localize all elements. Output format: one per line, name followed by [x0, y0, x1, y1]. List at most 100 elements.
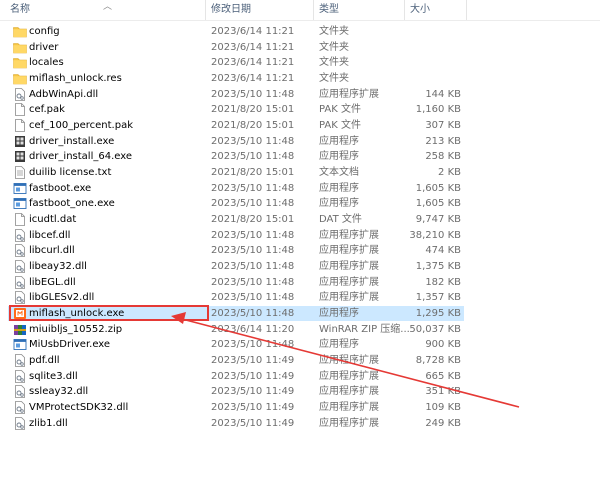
file-type: 文本文档 — [319, 167, 359, 179]
file-row[interactable]: config 2023/6/14 11:21 文件夹 — [8, 24, 464, 39]
file-row[interactable]: MiUsbDriver.exe 2023/5/10 11:48 应用程序 900 KB — [8, 337, 464, 352]
file-modified-date: 2023/6/14 11:20 — [211, 323, 295, 335]
file-row[interactable]: libcef.dll 2023/5/10 11:48 应用程序扩展 38,210 KB — [8, 228, 464, 243]
file-row[interactable]: pdf.dll 2023/5/10 11:49 应用程序扩展 8,728 KB — [8, 353, 464, 368]
file-type: 应用程序 — [319, 198, 359, 210]
dll-icon — [13, 291, 27, 305]
file-type: DAT 文件 — [319, 214, 362, 226]
file-name: driver_install_64.exe — [29, 151, 132, 163]
file-name: libcurl.dll — [29, 245, 75, 257]
file-row[interactable]: libcurl.dll 2023/5/10 11:48 应用程序扩展 474 KB — [8, 243, 464, 258]
file-type: 应用程序扩展 — [319, 402, 379, 414]
file-size: 474 KB — [425, 245, 461, 257]
file-name: miflash_unlock.res — [29, 73, 122, 84]
column-header-type[interactable]: 类型 — [319, 0, 339, 20]
file-row[interactable]: icudtl.dat 2021/8/20 15:01 DAT 文件 9,747 KB — [8, 212, 464, 227]
file-size — [403, 24, 461, 39]
file-icon — [13, 213, 27, 226]
file-row[interactable]: fastboot.exe 2023/5/10 11:48 应用程序 1,605 KB — [8, 181, 464, 196]
file-type: PAK 文件 — [319, 120, 361, 132]
file-row[interactable]: VMProtectSDK32.dll 2023/5/10 11:49 应用程序扩展 1… — [8, 400, 464, 415]
file-name: sqlite3.dll — [29, 370, 78, 382]
file-row[interactable]: locales 2023/6/14 11:21 文件夹 — [8, 55, 464, 70]
file-row[interactable]: cef_100_percent.pak 2021/8/20 15:01 PAK 文件… — [8, 118, 464, 133]
file-type: 应用程序扩展 — [319, 292, 379, 304]
file-row[interactable]: miuibljs_10552.zip 2023/6/14 11:20 WinRAR … — [8, 322, 464, 337]
file-name: zlib1.dll — [29, 417, 68, 429]
column-header-date[interactable]: 修改日期 — [211, 0, 251, 20]
dll-icon — [13, 228, 27, 242]
file-size: 900 KB — [425, 339, 461, 351]
file-size: 2 KB — [438, 167, 461, 179]
file-size: 351 KB — [425, 386, 461, 398]
file-row[interactable]: driver_install_64.exe 2023/5/10 11:48 应用程序… — [8, 149, 464, 164]
file-row[interactable]: driver_install.exe 2023/5/10 11:48 应用程序 213… — [8, 134, 464, 149]
file-name: locales — [29, 57, 64, 69]
file-row[interactable]: AdbWinApi.dll 2023/5/10 11:48 应用程序扩展 144 KB — [8, 87, 464, 102]
zip-icon — [13, 323, 27, 336]
file-modified-date: 2023/5/10 11:48 — [211, 151, 295, 163]
folder-icon — [13, 41, 27, 54]
file-name: libGLESv2.dll — [29, 292, 95, 304]
file-type: 应用程序 — [319, 308, 359, 320]
folder-icon — [13, 56, 27, 69]
file-modified-date: 2023/5/10 11:48 — [211, 276, 295, 288]
file-type: 文件夹 — [319, 73, 349, 84]
file-name: VMProtectSDK32.dll — [29, 402, 129, 414]
file-size — [403, 40, 461, 55]
file-modified-date: 2023/5/10 11:48 — [211, 261, 295, 273]
dll-icon — [13, 275, 27, 289]
installer-icon — [13, 135, 27, 148]
column-header-name[interactable]: 名称 — [10, 0, 30, 20]
file-name: driver — [29, 41, 59, 53]
column-header-size[interactable]: 大小 — [410, 0, 430, 20]
file-row[interactable]: driver 2023/6/14 11:21 文件夹 — [8, 40, 464, 55]
file-type: 应用程序扩展 — [319, 276, 379, 288]
file-size: 1,160 KB — [415, 104, 461, 116]
column-divider[interactable] — [466, 0, 467, 20]
file-modified-date: 2023/5/10 11:48 — [211, 229, 295, 241]
file-modified-date: 2021/8/20 15:01 — [211, 120, 295, 132]
column-divider[interactable] — [205, 0, 206, 20]
file-row[interactable]: cef.pak 2021/8/20 15:01 PAK 文件 1,160 KB — [8, 102, 464, 117]
file-row[interactable]: sqlite3.dll 2023/5/10 11:49 应用程序扩展 665 KB — [8, 369, 464, 384]
file-type: 文件夹 — [319, 41, 349, 53]
file-row[interactable]: libEGL.dll 2023/5/10 11:48 应用程序扩展 182 KB — [8, 275, 464, 290]
file-modified-date: 2023/5/10 11:48 — [211, 308, 295, 320]
file-row[interactable]: libeay32.dll 2023/5/10 11:48 应用程序扩展 1,375 K… — [8, 259, 464, 274]
file-name: AdbWinApi.dll — [29, 88, 99, 100]
file-name: cef.pak — [29, 104, 65, 116]
file-row[interactable]: miflash_unlock.res 2023/6/14 11:21 文件夹 — [8, 71, 464, 86]
file-row[interactable]: libGLESv2.dll 2023/5/10 11:48 应用程序扩展 1,357 … — [8, 290, 464, 305]
file-row[interactable]: fastboot_one.exe 2023/5/10 11:48 应用程序 1,605… — [8, 196, 464, 211]
file-type: 应用程序扩展 — [319, 229, 379, 241]
file-name: driver_install.exe — [29, 135, 115, 147]
file-name: fastboot_one.exe — [29, 198, 115, 210]
file-type: 应用程序 — [319, 135, 359, 147]
file-row[interactable]: duilib license.txt 2021/8/20 15:01 文本文档 2 K… — [8, 165, 464, 180]
file-name: miflash_unlock.exe — [29, 308, 125, 320]
file-modified-date: 2023/5/10 11:49 — [211, 417, 295, 429]
file-size: 307 KB — [425, 120, 461, 132]
file-name: icudtl.dat — [29, 214, 77, 226]
file-type: 应用程序扩展 — [319, 370, 379, 382]
file-row[interactable]: zlib1.dll 2023/5/10 11:49 应用程序扩展 249 KB — [8, 416, 464, 431]
file-row[interactable]: ssleay32.dll 2023/5/10 11:49 应用程序扩展 351 KB — [8, 384, 464, 399]
file-name: fastboot.exe — [29, 182, 92, 194]
dll-icon — [13, 385, 27, 399]
folder-icon — [13, 25, 27, 38]
file-size: 1,357 KB — [415, 292, 461, 304]
column-divider[interactable] — [404, 0, 405, 20]
file-size: 665 KB — [425, 370, 461, 382]
exe-icon — [13, 197, 27, 210]
text-file-icon — [13, 166, 27, 179]
file-modified-date: 2023/5/10 11:48 — [211, 88, 295, 100]
file-name: libeay32.dll — [29, 261, 87, 273]
file-name: duilib license.txt — [29, 167, 112, 179]
file-name: pdf.dll — [29, 355, 60, 367]
file-type: 应用程序扩展 — [319, 88, 379, 100]
file-row-selected[interactable]: miflash_unlock.exe 2023/5/10 11:48 应用程序 1,2… — [8, 305, 464, 322]
file-name: libcef.dll — [29, 229, 71, 241]
file-name: config — [29, 26, 60, 37]
column-divider[interactable] — [313, 0, 314, 20]
